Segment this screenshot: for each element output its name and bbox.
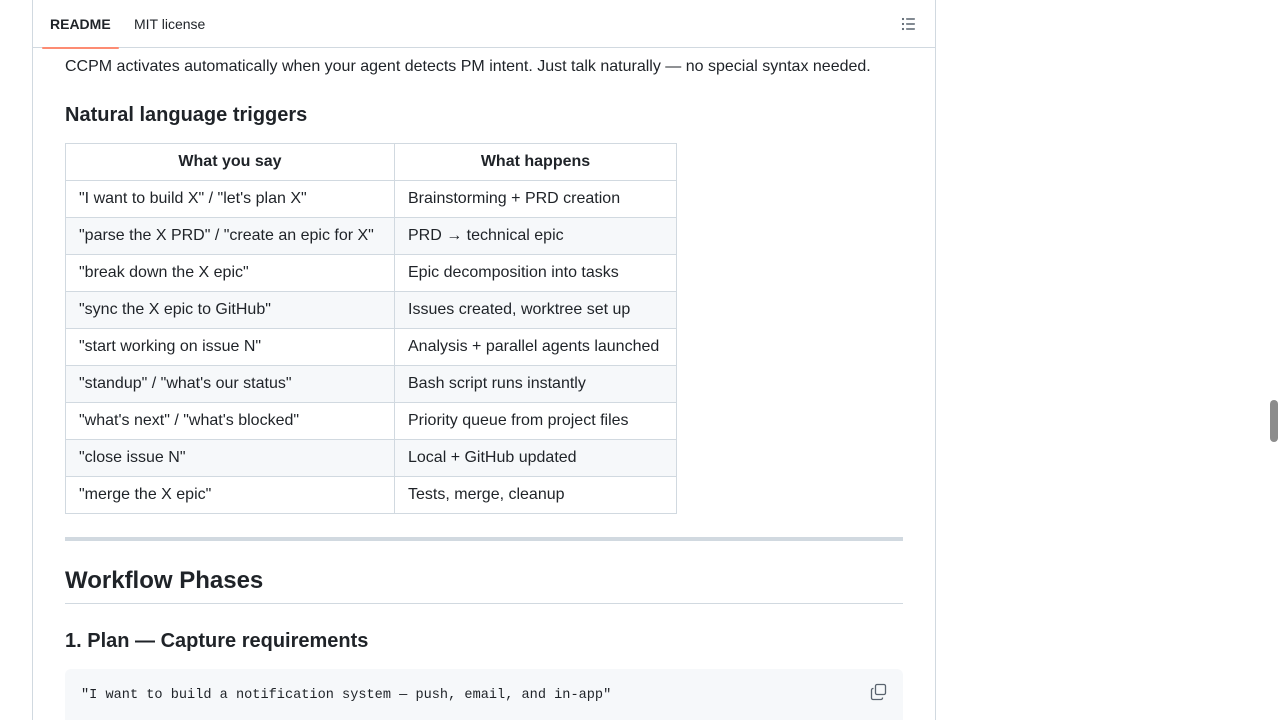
table-cell-say: "I want to build X" / "let's plan X": [65, 180, 395, 218]
code-example: "I want to build a notification system —…: [81, 688, 612, 703]
scrollbar-thumb[interactable]: [1270, 400, 1278, 442]
table-cell-say: "what's next" / "what's blocked": [65, 402, 395, 440]
tab-readme[interactable]: README: [42, 0, 119, 49]
table-cell-happens: Analysis + parallel agents launched: [394, 328, 677, 366]
table-cell-say: "sync the X epic to GitHub": [65, 291, 395, 329]
table-cell-happens: Bash script runs instantly: [394, 365, 677, 403]
readme-tabbar: README MIT license: [33, 0, 935, 49]
table-cell-happens: Priority queue from project files: [394, 402, 677, 440]
table-row: "parse the X PRD" / "create an epic for …: [65, 217, 677, 255]
table-cell-happens: Issues created, worktree set up: [394, 291, 677, 329]
table-row: "start working on issue N" Analysis + pa…: [65, 328, 677, 366]
table-cell-happens: Brainstorming + PRD creation: [394, 180, 677, 218]
column-header: What happens: [394, 143, 677, 181]
table-cell-say: "standup" / "what's our status": [65, 365, 395, 403]
table-cell-happens: Tests, merge, cleanup: [394, 476, 677, 514]
table-cell-happens: PRD → technical epic: [394, 217, 677, 255]
table-cell-say: "break down the X epic": [65, 254, 395, 292]
table-row: "what's next" / "what's blocked" Priorit…: [65, 402, 677, 440]
tab-mit-license[interactable]: MIT license: [126, 0, 213, 48]
workflow-heading: Workflow Phases: [65, 567, 264, 594]
table-row: "I want to build X" / "let's plan X" Bra…: [65, 180, 677, 218]
plan-heading: 1. Plan — Capture requirements: [65, 630, 369, 652]
column-header: What you say: [65, 143, 395, 181]
table-header-row: What you say What happens: [65, 143, 677, 181]
section-divider: [65, 537, 903, 541]
table-cell-say: "parse the X PRD" / "create an epic for …: [65, 217, 395, 255]
list-unordered-icon[interactable]: [899, 14, 919, 34]
table-cell-say: "merge the X epic": [65, 476, 395, 514]
table-row: "merge the X epic" Tests, merge, cleanup: [65, 476, 677, 514]
heading-rule: [65, 603, 903, 604]
code-block: "I want to build a notification system —…: [65, 669, 903, 720]
readme-panel: README MIT license CCPM activates automa…: [32, 0, 936, 720]
table-row: "standup" / "what's our status" Bash scr…: [65, 365, 677, 403]
table-row: "sync the X epic to GitHub" Issues creat…: [65, 291, 677, 329]
triggers-heading: Natural language triggers: [65, 104, 308, 126]
table-cell-happens: Local + GitHub updated: [394, 439, 677, 477]
triggers-table: What you say What happens "I want to bui…: [65, 143, 677, 514]
copy-icon[interactable]: [869, 682, 889, 702]
table-cell-happens: Epic decomposition into tasks: [394, 254, 677, 292]
intro-paragraph: CCPM activates automatically when your a…: [65, 58, 871, 75]
table-row: "close issue N" Local + GitHub updated: [65, 439, 677, 477]
table-cell-say: "start working on issue N": [65, 328, 395, 366]
table-cell-say: "close issue N": [65, 439, 395, 477]
table-row: "break down the X epic" Epic decompositi…: [65, 254, 677, 292]
